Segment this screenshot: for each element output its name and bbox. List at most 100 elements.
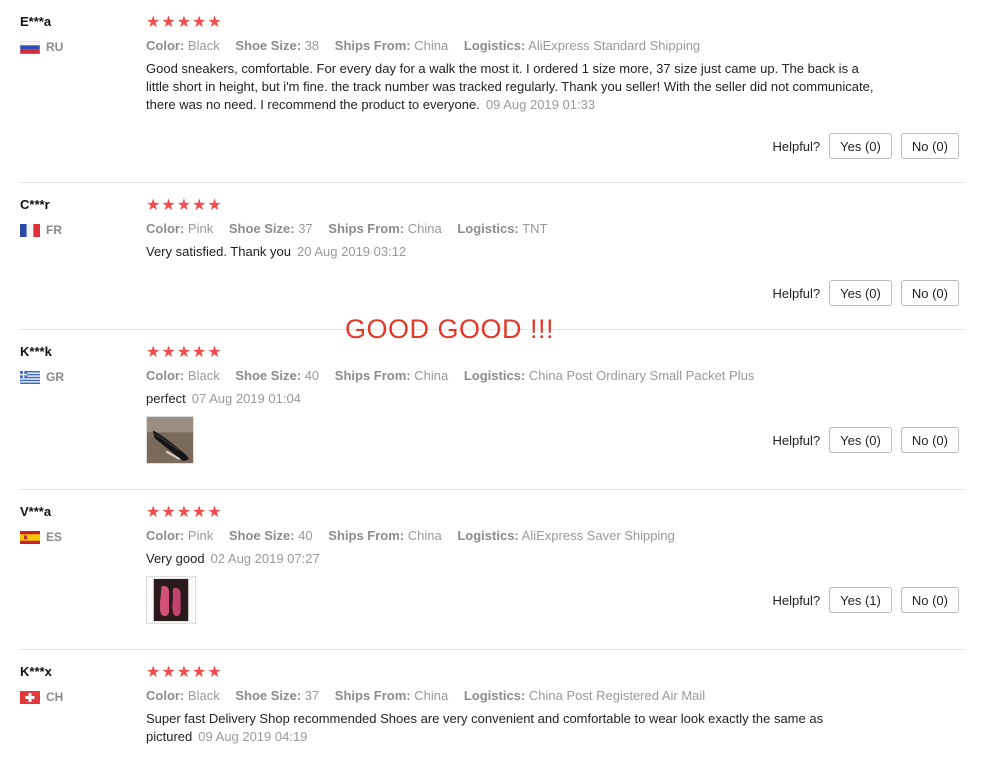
- helpful-no-button[interactable]: No (0): [900, 427, 959, 453]
- switzerland-flag-icon: [20, 690, 40, 704]
- pink-shoe-photo: [148, 577, 194, 623]
- reviewer-name: K***x: [20, 664, 52, 679]
- helpful-no-button[interactable]: No (0): [900, 133, 959, 159]
- ships-from-label: Ships From:: [334, 368, 411, 383]
- reviewer-country: FR: [20, 223, 62, 237]
- review-photo-thumbnail[interactable]: [146, 576, 196, 624]
- helpful-yes-button[interactable]: Yes (0): [829, 280, 892, 306]
- greece-flag-icon: [20, 370, 40, 384]
- ships-from-value: China: [414, 368, 449, 383]
- review-divider: [20, 649, 965, 650]
- review-text: perfect: [146, 391, 186, 406]
- review-photo-thumbnail[interactable]: [146, 416, 194, 464]
- reviewer-name: E***a: [20, 14, 52, 29]
- color-label: Color:: [146, 368, 185, 383]
- logistics-label: Logistics:: [457, 221, 519, 236]
- helpful-no-button[interactable]: No (0): [900, 587, 959, 613]
- review-text-block: perfect 07 Aug 2019 01:04: [146, 390, 876, 408]
- color-label: Color:: [146, 38, 185, 53]
- logistics-label: Logistics:: [463, 368, 526, 383]
- size-label: Shoe Size:: [228, 528, 295, 543]
- color-label: Color:: [146, 221, 185, 236]
- size-label: Shoe Size:: [228, 221, 295, 236]
- review-text-block: Super fast Delivery Shop recommended Sho…: [146, 710, 876, 746]
- color-value: Black: [187, 688, 220, 703]
- rating-stars: ★★★★★: [146, 664, 223, 681]
- logistics-label: Logistics:: [463, 38, 526, 53]
- helpful-yes-button[interactable]: Yes (0): [829, 427, 892, 453]
- logistics-value: China Post Registered Air Mail: [528, 688, 706, 703]
- ships-from-label: Ships From:: [334, 38, 411, 53]
- ships-from-value: China: [407, 528, 442, 543]
- review-date: 09 Aug 2019 04:19: [198, 729, 308, 744]
- review-item: C***r FR ★★★★★ Color: Pink Shoe Size: 37…: [20, 197, 965, 330]
- review-attributes: Color: Pink Shoe Size: 40 Ships From: Ch…: [146, 528, 876, 543]
- review-text-block: Good sneakers, comfortable. For every da…: [146, 60, 876, 114]
- reviewer-name: V***a: [20, 504, 52, 519]
- reviewer-country: GR: [20, 370, 64, 384]
- size-value: 37: [304, 688, 320, 703]
- ships-from-label: Ships From:: [334, 688, 411, 703]
- size-value: 40: [298, 528, 313, 543]
- helpful-controls: Helpful? Yes (0) No (0): [772, 133, 959, 159]
- color-value: Pink: [187, 221, 214, 236]
- review-date: 02 Aug 2019 07:27: [210, 551, 320, 566]
- helpful-yes-button[interactable]: Yes (0): [829, 133, 892, 159]
- rating-stars: ★★★★★: [146, 197, 223, 214]
- ships-from-value: China: [414, 688, 449, 703]
- color-value: Black: [187, 38, 220, 53]
- color-label: Color:: [146, 688, 185, 703]
- rating-stars: ★★★★★: [146, 14, 223, 31]
- helpful-controls: Helpful? Yes (0) No (0): [772, 427, 959, 453]
- helpful-label: Helpful?: [772, 285, 821, 301]
- size-label: Shoe Size:: [235, 688, 302, 703]
- helpful-controls: Helpful? Yes (0) No (0): [772, 280, 959, 306]
- helpful-controls: Helpful? Yes (1) No (0): [772, 587, 959, 613]
- review-divider: [20, 489, 965, 490]
- reviewer-name: K***k: [20, 344, 52, 359]
- review-text: Very good: [146, 551, 205, 566]
- helpful-no-button[interactable]: No (0): [900, 280, 959, 306]
- helpful-label: Helpful?: [772, 592, 821, 608]
- color-label: Color:: [146, 528, 185, 543]
- review-text-block: Very satisfied. Thank you 20 Aug 2019 03:…: [146, 243, 876, 261]
- review-date: 09 Aug 2019 01:33: [485, 97, 596, 112]
- russia-flag-icon: [20, 40, 40, 54]
- ships-from-value: China: [414, 38, 449, 53]
- black-shoe-photo: [147, 417, 193, 463]
- country-code: CH: [46, 690, 64, 704]
- reviewer-country: RU: [20, 40, 63, 54]
- reviewer-name: C***r: [20, 197, 50, 212]
- review-divider: [20, 182, 965, 183]
- rating-stars: ★★★★★: [146, 344, 223, 361]
- review-date: 20 Aug 2019 03:12: [297, 244, 407, 259]
- reviewer-country: ES: [20, 530, 62, 544]
- review-item: E***a RU ★★★★★ Color: Black Shoe Size: 3…: [20, 14, 965, 183]
- logistics-value: TNT: [522, 221, 548, 236]
- logistics-value: AliExpress Standard Shipping: [528, 38, 701, 53]
- review-date: 07 Aug 2019 01:04: [191, 391, 301, 406]
- review-item: V***a ES ★★★★★ Color: Pink Shoe Size: 40…: [20, 504, 965, 650]
- review-attributes: Color: Black Shoe Size: 38 Ships From: C…: [146, 38, 876, 53]
- helpful-yes-button[interactable]: Yes (1): [829, 587, 892, 613]
- france-flag-icon: [20, 223, 40, 237]
- helpful-label: Helpful?: [772, 138, 821, 154]
- logistics-value: China Post Ordinary Small Packet Plus: [528, 368, 755, 383]
- review-attributes: Color: Pink Shoe Size: 37 Ships From: Ch…: [146, 221, 876, 236]
- size-value: 37: [298, 221, 313, 236]
- spain-flag-icon: [20, 530, 40, 544]
- country-code: FR: [46, 223, 62, 237]
- logistics-label: Logistics:: [463, 688, 526, 703]
- ships-from-value: China: [407, 221, 442, 236]
- rating-stars: ★★★★★: [146, 504, 223, 521]
- country-code: ES: [46, 530, 63, 544]
- color-value: Black: [187, 368, 220, 383]
- review-text: Very satisfied. Thank you: [146, 244, 292, 259]
- reviewer-country: CH: [20, 690, 63, 704]
- ships-from-label: Ships From:: [328, 221, 405, 236]
- country-code: RU: [46, 40, 64, 54]
- country-code: GR: [46, 370, 64, 384]
- review-item: K***x CH ★★★★★ Color: Black Shoe Size: 3…: [20, 664, 965, 757]
- review-attributes: Color: Black Shoe Size: 37 Ships From: C…: [146, 688, 876, 703]
- review-item: K***k GR ★★★★★ Color: Black Shoe Size: 4…: [20, 344, 965, 490]
